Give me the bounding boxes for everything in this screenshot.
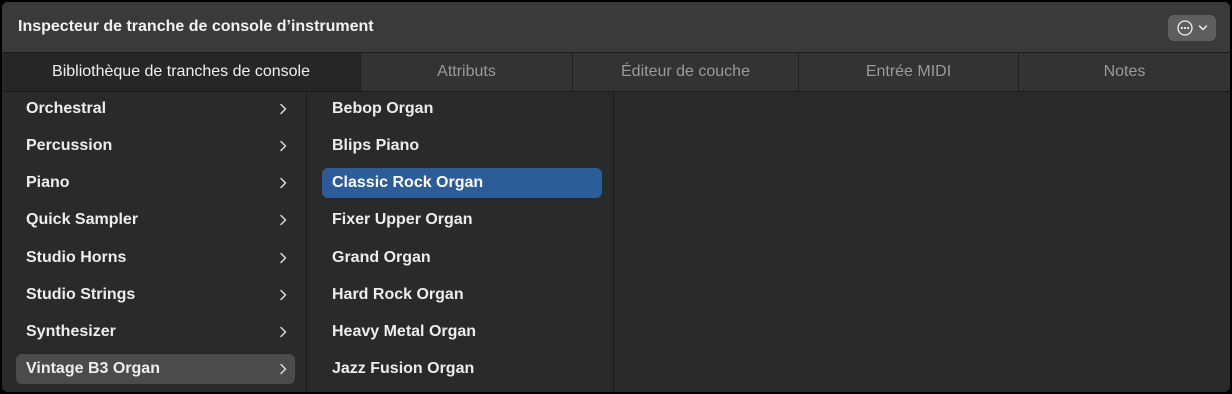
patch-item-bebop-organ[interactable]: Bebop Organ (322, 94, 602, 124)
category-label: Synthesizer (26, 323, 116, 340)
chevron-right-icon (280, 252, 287, 264)
chevron-right-icon (280, 326, 287, 338)
category-item-vintage-b3-organ[interactable]: Vintage B3 Organ (16, 354, 295, 384)
inspector-tab-bar: Bibliothèque de tranches de console Attr… (2, 53, 1230, 92)
patch-column: Bebop Organ Blips Piano Classic Rock Org… (307, 92, 614, 392)
tab-channel-strip-library[interactable]: Bibliothèque de tranches de console (2, 53, 360, 91)
category-label: Orchestral (26, 100, 107, 117)
category-column: Orchestral Percussion Piano Quick Sample… (2, 92, 307, 392)
category-item-percussion[interactable]: Percussion (16, 131, 295, 161)
patch-item-heavy-metal-organ[interactable]: Heavy Metal Organ (322, 317, 602, 347)
tab-attributes[interactable]: Attributs (360, 53, 572, 91)
patch-item-jazz-fusion-organ[interactable]: Jazz Fusion Organ (322, 354, 602, 384)
patch-item-blips-piano[interactable]: Blips Piano (322, 131, 602, 161)
category-item-synthesizer[interactable]: Synthesizer (16, 317, 295, 347)
tab-layer-editor[interactable]: Éditeur de couche (572, 53, 798, 91)
inspector-title: Inspecteur de tranche de console d’instr… (18, 18, 374, 35)
category-label: Piano (26, 174, 70, 191)
action-menu-button[interactable] (1168, 15, 1216, 41)
category-item-quick-sampler[interactable]: Quick Sampler (16, 205, 295, 235)
category-item-orchestral[interactable]: Orchestral (16, 94, 295, 124)
category-item-piano[interactable]: Piano (16, 168, 295, 198)
tab-notes[interactable]: Notes (1018, 53, 1230, 91)
chevron-right-icon (280, 177, 287, 189)
chevron-right-icon (280, 140, 287, 152)
category-label: Quick Sampler (26, 211, 139, 228)
category-label: Studio Horns (26, 249, 127, 266)
instrument-channel-strip-inspector: Inspecteur de tranche de console d’instr… (2, 2, 1230, 392)
category-item-studio-horns[interactable]: Studio Horns (16, 243, 295, 273)
empty-detail-column (614, 92, 1230, 392)
chevron-right-icon (280, 363, 287, 375)
patch-item-grand-organ[interactable]: Grand Organ (322, 243, 602, 273)
category-label: Vintage B3 Organ (26, 360, 160, 377)
patch-item-classic-rock-organ[interactable]: Classic Rock Organ (322, 168, 602, 198)
chevron-right-icon (280, 103, 287, 115)
patch-item-fixer-upper-organ[interactable]: Fixer Upper Organ (322, 205, 602, 235)
chevron-down-icon (1198, 25, 1208, 31)
inspector-header: Inspecteur de tranche de console d’instr… (2, 2, 1230, 53)
tab-midi-input[interactable]: Entrée MIDI (798, 53, 1018, 91)
category-label: Percussion (26, 137, 113, 154)
patch-item-hard-rock-organ[interactable]: Hard Rock Organ (322, 280, 602, 310)
ellipsis-circle-icon (1177, 20, 1193, 36)
chevron-right-icon (280, 289, 287, 301)
category-item-studio-strings[interactable]: Studio Strings (16, 280, 295, 310)
chevron-right-icon (280, 214, 287, 226)
library-browser: Orchestral Percussion Piano Quick Sample… (2, 92, 1230, 392)
category-label: Studio Strings (26, 286, 136, 303)
